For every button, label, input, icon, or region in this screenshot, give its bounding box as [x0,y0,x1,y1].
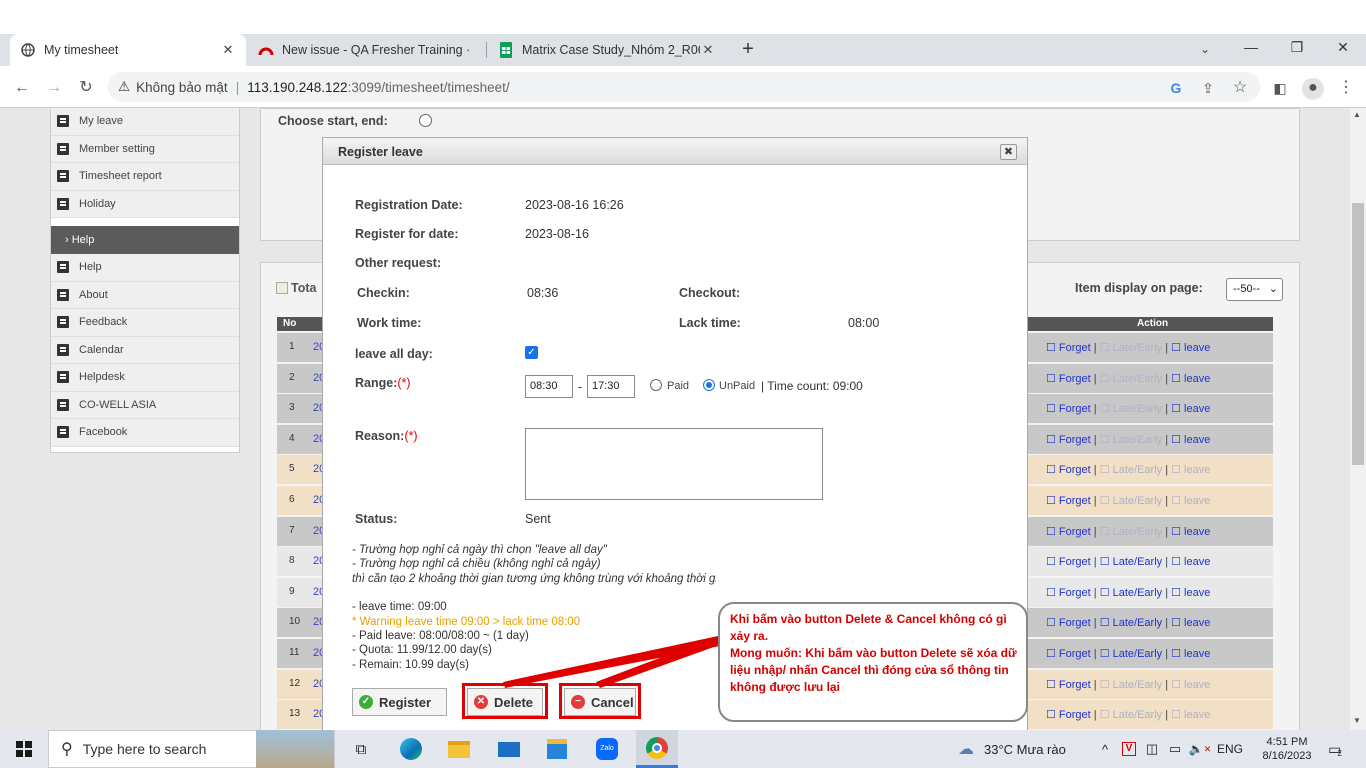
search-highlight-image [256,730,334,768]
tray-chevron-icon[interactable]: ^ [1096,730,1114,768]
chrome-taskbar-icon[interactable] [636,730,678,768]
search-icon: ⚲ [61,741,73,758]
store-icon[interactable] [542,730,572,768]
task-view-icon[interactable]: ⧉ [346,730,376,768]
edge-icon[interactable] [396,730,426,768]
tray-app-icon[interactable]: ◫ [1143,730,1161,768]
annotation-line-1: Khi bấm vào button Delete & Cancel không… [730,612,1007,643]
annotation-callout: Khi bấm vào button Delete & Cancel không… [718,602,1028,722]
language-indicator[interactable]: ENG [1214,730,1246,768]
weather-text[interactable]: 33°C Mưa rào [984,730,1084,768]
antivirus-icon[interactable]: V [1120,730,1138,768]
zalo-icon[interactable]: Zalo [592,730,622,768]
clock[interactable]: 4:51 PM 8/16/2023 [1254,730,1320,768]
clock-date: 8/16/2023 [1262,750,1312,762]
annotation-arrows [503,636,722,688]
notification-icon[interactable]: ▭ 2 [1322,730,1348,768]
annotation-line-2: Mong muốn: Khi bấm vào button Delete sẽ … [730,646,1017,694]
clock-time: 4:51 PM [1266,736,1308,748]
volume-muted-icon[interactable]: 🔈 ✕ [1188,730,1212,768]
weather-cloud-icon: ☁ [958,741,974,758]
file-explorer-icon[interactable] [444,730,474,768]
windows-start-icon[interactable] [6,730,42,768]
mail-icon[interactable] [494,730,524,768]
network-icon[interactable]: ▭ [1166,730,1184,768]
